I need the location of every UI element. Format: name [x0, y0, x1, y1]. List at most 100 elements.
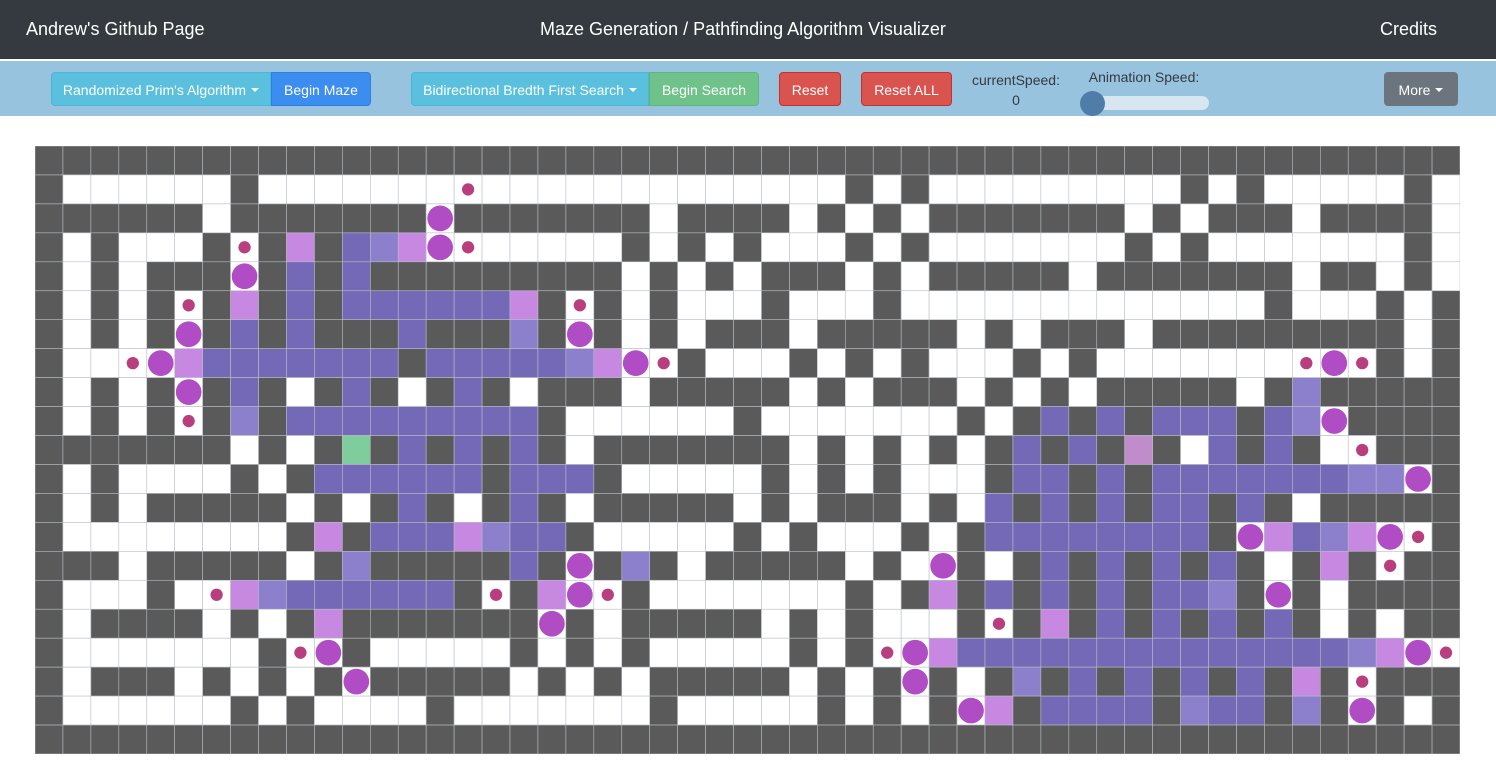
open-cell[interactable]: [118, 695, 148, 726]
wall-cell[interactable]: [230, 464, 259, 494]
wall-cell[interactable]: [481, 724, 511, 754]
visited-cell[interactable]: [1096, 579, 1126, 610]
wall-cell[interactable]: [537, 146, 567, 176]
wall-cell[interactable]: [369, 146, 399, 176]
wall-cell[interactable]: [733, 724, 762, 754]
visited-cell[interactable]: [369, 579, 399, 610]
wall-cell[interactable]: [872, 493, 902, 523]
wall-cell[interactable]: [1431, 319, 1460, 349]
visited-cell[interactable]: [1264, 637, 1293, 668]
open-cell[interactable]: [118, 406, 148, 436]
visited-cell[interactable]: [258, 348, 287, 378]
visited-cell[interactable]: [1292, 377, 1321, 407]
open-cell[interactable]: [844, 406, 874, 436]
wall-cell[interactable]: [1040, 435, 1070, 465]
open-cell[interactable]: [956, 377, 986, 407]
wall-cell[interactable]: [146, 377, 176, 407]
open-cell[interactable]: [761, 522, 790, 552]
wall-cell[interactable]: [593, 261, 623, 292]
wall-cell[interactable]: [1292, 146, 1321, 176]
open-cell[interactable]: [230, 666, 259, 697]
wall-cell[interactable]: [1347, 203, 1377, 234]
visited-cell[interactable]: [1208, 637, 1237, 668]
wall-cell[interactable]: [984, 377, 1014, 407]
wall-cell[interactable]: [593, 203, 623, 234]
open-cell[interactable]: [593, 174, 623, 205]
visited-cell[interactable]: [397, 579, 427, 610]
wall-cell[interactable]: [90, 203, 120, 234]
visited-cell[interactable]: [453, 464, 483, 494]
open-cell[interactable]: [649, 232, 678, 263]
open-cell[interactable]: [1264, 174, 1293, 205]
visited-cell[interactable]: [1012, 522, 1042, 552]
wall-cell[interactable]: [1375, 724, 1405, 754]
wall-cell[interactable]: [369, 261, 399, 292]
wall-cell[interactable]: [621, 203, 651, 234]
visited-cell[interactable]: [621, 551, 651, 581]
wall-cell[interactable]: [900, 146, 930, 176]
open-cell[interactable]: [1403, 695, 1433, 726]
wall-cell[interactable]: [1375, 348, 1405, 378]
wall-cell[interactable]: [1096, 146, 1126, 176]
wall-cell[interactable]: [342, 608, 371, 639]
open-cell[interactable]: [789, 406, 818, 436]
wall-cell[interactable]: [1319, 724, 1349, 754]
open-cell[interactable]: [593, 637, 623, 668]
visited-cell[interactable]: [481, 522, 511, 552]
wall-cell[interactable]: [174, 261, 203, 292]
reset-all-button[interactable]: Reset ALL: [861, 72, 952, 106]
visited-cell[interactable]: [286, 406, 315, 436]
wall-cell[interactable]: [230, 203, 259, 234]
wall-cell[interactable]: [35, 261, 64, 292]
open-cell[interactable]: [761, 637, 790, 668]
brand-link[interactable]: Andrew's Github Page: [26, 17, 205, 41]
open-cell[interactable]: [1403, 290, 1433, 321]
wall-cell[interactable]: [733, 232, 762, 263]
wall-cell[interactable]: [817, 377, 846, 407]
wall-cell[interactable]: [844, 493, 874, 523]
open-cell[interactable]: [481, 637, 511, 668]
wall-cell[interactable]: [1403, 174, 1433, 205]
open-cell[interactable]: [761, 232, 790, 263]
open-cell[interactable]: [174, 232, 203, 263]
visited-cell[interactable]: [1180, 666, 1209, 697]
open-cell[interactable]: [844, 666, 874, 697]
open-cell[interactable]: [1096, 232, 1126, 263]
frontier-cell[interactable]: [1347, 522, 1377, 552]
open-cell[interactable]: [1264, 551, 1293, 581]
wall-cell[interactable]: [35, 290, 64, 321]
frontier-cell[interactable]: [314, 608, 343, 639]
wall-cell[interactable]: [789, 522, 818, 552]
open-cell[interactable]: [928, 232, 958, 263]
open-cell[interactable]: [844, 377, 874, 407]
open-cell[interactable]: [565, 174, 595, 205]
open-cell[interactable]: [984, 174, 1014, 205]
wall-cell[interactable]: [900, 319, 930, 349]
frontier-cell[interactable]: [984, 695, 1014, 726]
open-cell[interactable]: [62, 348, 92, 378]
wall-cell[interactable]: [481, 377, 511, 407]
wall-cell[interactable]: [1431, 551, 1460, 581]
frontier-cell[interactable]: [1292, 666, 1321, 697]
wall-cell[interactable]: [1012, 551, 1042, 581]
wall-cell[interactable]: [1068, 493, 1098, 523]
wall-cell[interactable]: [817, 695, 846, 726]
wall-cell[interactable]: [314, 261, 343, 292]
visited-cell[interactable]: [1375, 464, 1405, 494]
wall-cell[interactable]: [481, 608, 511, 639]
open-cell[interactable]: [677, 579, 706, 610]
wall-cell[interactable]: [35, 666, 64, 697]
wall-cell[interactable]: [649, 493, 678, 523]
open-cell[interactable]: [62, 261, 92, 292]
open-cell[interactable]: [956, 319, 986, 349]
wall-cell[interactable]: [146, 319, 176, 349]
visited-cell[interactable]: [425, 522, 455, 552]
open-cell[interactable]: [1292, 493, 1321, 523]
wall-cell[interactable]: [761, 203, 790, 234]
open-cell[interactable]: [481, 695, 511, 726]
wall-cell[interactable]: [1180, 174, 1209, 205]
wall-cell[interactable]: [35, 377, 64, 407]
wall-cell[interactable]: [1431, 290, 1460, 321]
open-cell[interactable]: [649, 406, 678, 436]
wall-cell[interactable]: [258, 146, 287, 176]
